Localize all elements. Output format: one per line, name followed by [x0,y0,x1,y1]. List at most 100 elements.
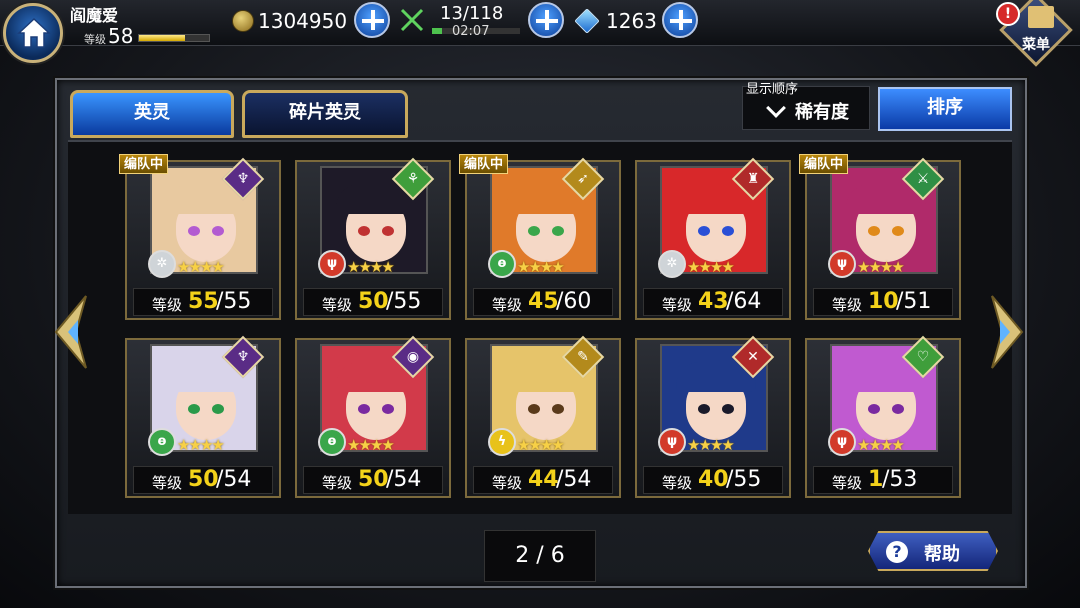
hero-element-icon: ✲ [658,250,686,278]
hero-level-current: 55 [188,289,219,314]
hero-level-max: /53 [882,467,918,492]
hero-level: 等级 50/54 [303,466,443,494]
rarity-stars: ★★★★ [177,258,225,276]
hero-level-current: 50 [188,467,219,492]
hero-element-icon: ψ [658,428,686,456]
hero-level-current: 44 [528,467,559,492]
rarity-stars: ★★★★ [857,436,905,454]
hero-level-max: /54 [386,467,422,492]
hero-level: 等级 1/53 [813,466,953,494]
page-next-arrow-icon[interactable] [990,292,1026,372]
menu-button[interactable]: ! 菜单 [992,0,1078,68]
chevron-down-icon [766,98,786,118]
hero-level-max: /60 [556,289,592,314]
hero-element-icon: ψ [828,428,856,456]
gem-icon [574,8,600,34]
hero-card[interactable]: ♡ ψ ★★★★ 等级 1/53 [805,335,961,498]
hero-level-label: 等级 [662,296,693,314]
sort-order-caption: 显示顺序 [746,82,799,97]
in-party-badge: 编队中 [119,154,169,174]
hero-level-label: 等级 [322,296,353,314]
hero-level-max: /55 [386,289,422,314]
question-mark-icon: ? [886,541,908,563]
hero-level-label: 等级 [152,296,183,314]
xp-bar [138,34,210,42]
hero-element-icon: ɵ [318,428,346,456]
sort-order-value: 稀有度 [795,102,849,123]
home-icon [17,17,51,48]
stamina-bar-fill [432,28,442,34]
hero-level: 等级 55/55 [133,288,273,316]
rarity-stars: ★★★★ [517,258,565,276]
hero-element-icon: ɵ [148,428,176,456]
hero-level-label: 等级 [832,296,863,314]
hero-card[interactable]: 编队中 ➶ ɵ ★★★★ 等级 45/60 [459,154,621,320]
hero-level: 等级 50/54 [133,466,273,494]
hero-level-current: 50 [358,289,389,314]
home-button[interactable] [3,3,63,63]
add-stamina-button[interactable] [528,2,564,38]
stamina-timer: 02:07 [452,24,490,39]
add-gems-button[interactable] [662,2,698,38]
rarity-stars: ★★★★ [177,436,225,454]
hero-level: 等级 45/60 [473,288,613,316]
hero-element-icon: ϟ [488,428,516,456]
stamina-amount: 13/118 [440,3,504,24]
hero-level-label: 等级 [492,296,523,314]
page-prev-arrow-icon[interactable] [52,292,88,372]
hero-level-label: 等级 [832,474,863,492]
rarity-stars: ★★★★ [347,258,395,276]
alert-badge: ! [996,2,1020,26]
xp-bar-fill [139,35,185,41]
hero-card[interactable]: ♜ ✲ ★★★★ 等级 43/64 [635,157,791,320]
rarity-stars: ★★★★ [517,436,565,454]
hero-level: 等级 43/64 [643,288,783,316]
help-label: 帮助 [924,544,960,565]
hero-element-icon: ψ [828,250,856,278]
gem-amount: 1263 [606,9,657,33]
hero-card[interactable]: 编队中 ♆ ✲ ★★★★ 等级 55/55 [119,154,281,320]
hero-level-max: /55 [726,467,762,492]
hero-level-current: 45 [528,289,559,314]
hero-level-label: 等级 [662,474,693,492]
sort-button[interactable]: 排序 [878,87,1012,131]
hero-element-icon: ɵ [488,250,516,278]
hero-level: 等级 44/54 [473,466,613,494]
hero-card[interactable]: 编队中 ⚔ ψ ★★★★ 等级 10/51 [799,154,961,320]
hero-element-icon: ψ [318,250,346,278]
rarity-stars: ★★★★ [687,258,735,276]
coin-icon [232,10,254,32]
player-name: 阎魔爱 [70,6,119,25]
add-gold-button[interactable] [354,2,390,38]
hero-level-max: /54 [216,467,252,492]
hero-level-current: 43 [698,289,729,314]
rarity-stars: ★★★★ [347,436,395,454]
in-party-badge: 编队中 [459,154,509,174]
tab-hero-shards[interactable]: 碎片英灵 [242,90,408,138]
hero-level-current: 40 [698,467,729,492]
hero-card[interactable]: ⚘ ψ ★★★★ 等级 50/55 [295,157,451,320]
hero-level-current: 50 [358,467,389,492]
help-button[interactable]: ? 帮助 [868,531,998,571]
hero-level-max: /55 [216,289,252,314]
hero-level-label: 等级 [322,474,353,492]
hero-level-max: /51 [896,289,932,314]
hero-card[interactable]: ◉ ɵ ★★★★ 等级 50/54 [295,335,451,498]
gem-counter: 1263 [574,4,674,38]
menu-label: 菜单 [1022,37,1050,53]
hero-level-label: 等级 [152,474,183,492]
in-party-badge: 编队中 [799,154,849,174]
hero-card[interactable]: ✎ ϟ ★★★★ 等级 44/54 [465,335,621,498]
hero-level-max: /54 [556,467,592,492]
player-level-label: 等级 [84,33,106,46]
gold-amount: 1304950 [258,9,348,33]
book-icon [1028,6,1054,28]
hero-level: 等级 40/55 [643,466,783,494]
page-indicator: 2 / 6 [484,530,596,582]
rarity-stars: ★★★★ [687,436,735,454]
hero-level: 等级 50/55 [303,288,443,316]
hero-level-label: 等级 [492,474,523,492]
hero-card[interactable]: ✕ ψ ★★★★ 等级 40/55 [635,335,791,498]
tab-heroes[interactable]: 英灵 [70,90,234,138]
hero-card[interactable]: ♆ ɵ ★★★★ 等级 50/54 [125,335,281,498]
